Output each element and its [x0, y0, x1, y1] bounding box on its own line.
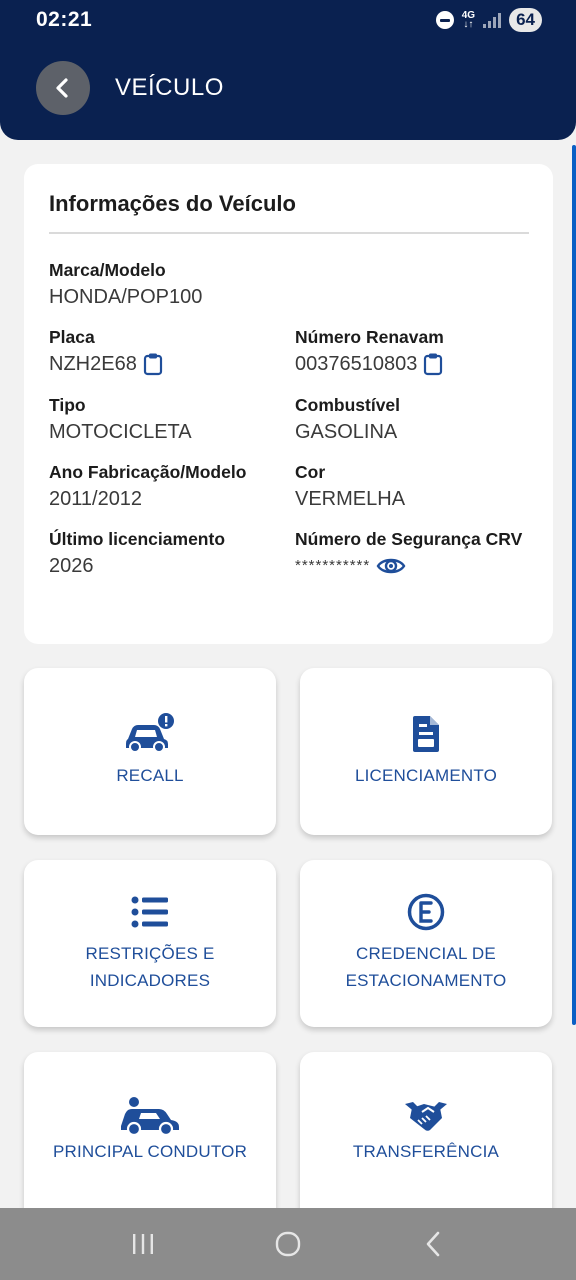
info-card-title: Informações do Veículo [49, 191, 296, 216]
chevron-left-icon [56, 78, 68, 98]
tile-label: RESTRIÇÕES E INDICADORES [85, 944, 215, 990]
eye-icon[interactable] [376, 554, 406, 578]
copy-placa-icon[interactable] [143, 352, 163, 376]
field-label: Marca/Modelo [49, 260, 166, 280]
status-time: 02:21 [36, 8, 93, 31]
tile-label: TRANSFERÊNCIA [352, 1142, 500, 1161]
status-bar: 02:21 4G ↓↑ 64 [0, 0, 576, 40]
field-value: 2011/2012 [49, 488, 143, 510]
field-ano: Ano Fabricação/Modelo 2011/2012 [49, 460, 246, 513]
car-alert-icon [124, 712, 176, 756]
recent-apps-button[interactable] [113, 1214, 173, 1274]
field-value: MOTOCICLETA [49, 421, 192, 443]
field-label: Último licenciamento [49, 529, 226, 549]
field-combustivel: Combustível GASOLINA [295, 393, 400, 446]
system-nav-bar [0, 1208, 576, 1280]
list-icon [131, 890, 169, 934]
tile-principal-condutor[interactable]: PRINCIPAL CONDUTOR [24, 1052, 276, 1222]
field-value: NZH2E68 [49, 350, 163, 378]
tile-label: CREDENCIAL DE ESTACIONAMENTO [345, 944, 507, 990]
tile-transferencia[interactable]: TRANSFERÊNCIA [300, 1052, 552, 1222]
field-tipo: Tipo MOTOCICLETA [49, 393, 192, 446]
page-title: VEÍCULO [115, 74, 224, 101]
field-label: Número de Segurança CRV [295, 529, 523, 549]
field-value: HONDA/POP100 [49, 286, 203, 308]
field-value: GASOLINA [295, 421, 398, 443]
field-seguranca-crv: Número de Segurança CRV *********** [295, 527, 535, 580]
field-value: 00376510803 [295, 350, 444, 378]
field-value: 2026 [49, 555, 94, 577]
tile-licenciamento[interactable]: LICENCIAMENTO [300, 668, 552, 835]
battery-badge: 64 [509, 8, 542, 32]
back-button[interactable] [36, 61, 90, 115]
field-placa: Placa NZH2E68 [49, 325, 163, 378]
scrollbar[interactable] [572, 145, 576, 1025]
tile-label: LICENCIAMENTO [354, 766, 498, 785]
car-user-icon [119, 1094, 181, 1138]
divider [49, 232, 529, 234]
back-arrow-icon [427, 1231, 440, 1257]
network-type: 4G ↓↑ [461, 10, 476, 30]
field-label: Tipo [49, 395, 86, 415]
field-label: Número Renavam [295, 327, 444, 347]
status-icons: 4G ↓↑ 64 [435, 8, 542, 32]
home-button[interactable] [258, 1214, 318, 1274]
field-label: Cor [295, 462, 326, 482]
app-header: 02:21 4G ↓↑ 64 VEÍCULO [0, 0, 576, 140]
nav-back-button[interactable] [403, 1214, 463, 1274]
field-label: Combustível [295, 395, 401, 415]
document-icon [411, 712, 441, 756]
signal-icon [483, 12, 502, 28]
field-renavam: Número Renavam 00376510803 [295, 325, 444, 378]
tile-credencial[interactable]: CREDENCIAL DE ESTACIONAMENTO [300, 860, 552, 1027]
field-cor: Cor VERMELHA [295, 460, 405, 513]
field-value: *********** [295, 552, 535, 580]
tile-recall[interactable]: RECALL [24, 668, 276, 835]
do-not-disturb-icon [435, 11, 454, 29]
field-value: VERMELHA [295, 488, 406, 510]
home-icon [275, 1231, 301, 1257]
field-label: Ano Fabricação/Modelo [49, 462, 247, 482]
tile-label: PRINCIPAL CONDUTOR [52, 1142, 248, 1161]
copy-renavam-icon[interactable] [423, 352, 443, 376]
tile-label: RECALL [116, 766, 184, 785]
recent-apps-icon [132, 1234, 153, 1254]
tile-restricoes[interactable]: RESTRIÇÕES E INDICADORES [24, 860, 276, 1027]
e-circle-icon [406, 890, 446, 934]
handshake-icon [404, 1094, 448, 1138]
vehicle-info-card: Informações do Veículo Marca/Modelo HOND… [24, 164, 553, 644]
field-label: Placa [49, 327, 95, 347]
field-licenciamento: Último licenciamento 2026 [49, 527, 225, 580]
field-marca-modelo: Marca/Modelo HONDA/POP100 [49, 258, 202, 311]
